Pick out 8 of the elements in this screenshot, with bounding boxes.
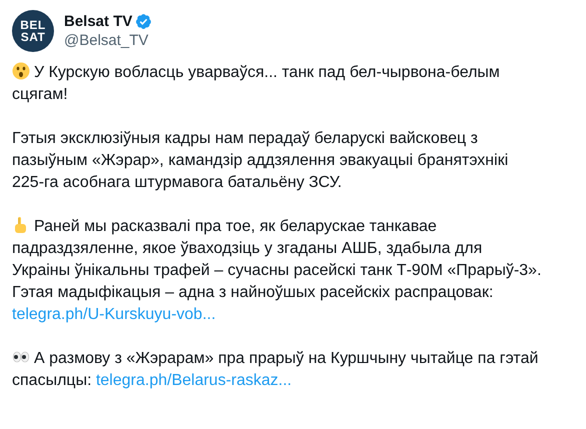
account-name[interactable]: Belsat TV <box>64 13 132 30</box>
belsat-logo: BEL SAT <box>12 10 54 52</box>
account-handle[interactable]: @Belsat_TV <box>64 32 152 49</box>
tweet-paragraph: Гэтыя эксклюзіўныя кадры нам перадаў беларускі вайсковец з пазыўным «Жэрар», камандзір аддзялення эвакуацыі бранятэхнікі 225-га асобнага штурмавога батальёну ЗСУ. <box>12 129 510 193</box>
tweet-paragraph: Раней мы расказвалі пра тое, як беларускае танкавае падраздзяленне, якое ўваходзіць у згаданы АШБ, здабыла для Украіны ўнікальны трафей – сучасны расейскі танк Т-90М «Прарыў-3». Гэтая мадыфікацыя – адна з найноўшых расейскіх распрацовак: telegra.ph/U-Kurskuyu-vob... <box>12 216 542 325</box>
tweet-paragraph: У Курскую вобласць уварваўся... танк пад бел-чырвона-белым сцягам! <box>12 62 501 105</box>
tweet-paragraph: А размову з «Жэрарам» пра прарыў на Куршчыну чытайце па гэтай спасылцы: telegra.ph/Belarus-raskaz... <box>12 348 540 391</box>
astonished-face-icon <box>12 62 30 80</box>
